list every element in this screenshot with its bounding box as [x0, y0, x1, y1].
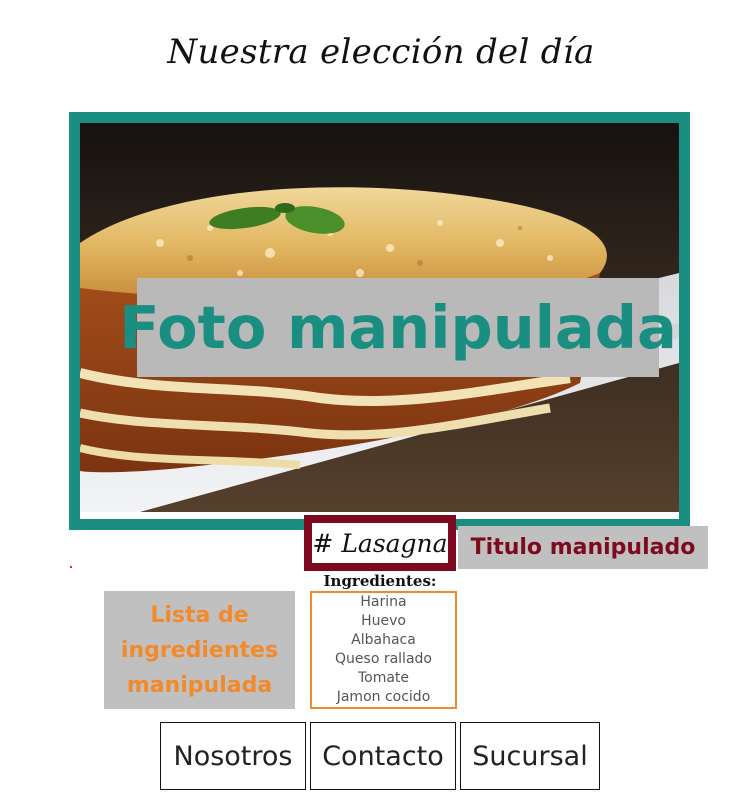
- ingredient-item: Jamon cocido: [336, 689, 431, 705]
- ingredient-item: Harina: [360, 594, 407, 610]
- dish-photo: Foto manipulada: [80, 123, 679, 512]
- ingredients-list: Harina Huevo Albahaca Queso rallado Toma…: [310, 591, 457, 709]
- ingredient-item: Tomate: [357, 670, 410, 686]
- nav-nosotros-button[interactable]: Nosotros: [160, 722, 306, 790]
- page-title: Nuestra elección del día: [167, 32, 595, 72]
- ingredients-overlay-line: Lista de: [150, 602, 249, 628]
- nav-sucursal-button[interactable]: Sucursal: [460, 722, 600, 790]
- ingredients-overlay-line: manipulada: [126, 672, 273, 698]
- dish-title-tag: # Lasagna: [304, 515, 456, 571]
- ingredients-heading: Ingredientes:: [323, 572, 437, 590]
- ingredients-overlay-label: Lista de ingredientes manipulada: [104, 591, 295, 709]
- ingredient-item: Albahaca: [351, 632, 416, 648]
- ingredient-item: Huevo: [361, 613, 406, 629]
- decorative-dot: [70, 566, 72, 568]
- ingredients-overlay-line: ingredientes: [120, 637, 279, 663]
- dish-title-overlay: Titulo manipulado: [458, 526, 708, 569]
- ingredient-item: Queso rallado: [335, 651, 432, 667]
- dish-photo-frame: Foto manipulada: [69, 112, 690, 530]
- nav-contacto-button[interactable]: Contacto: [310, 722, 456, 790]
- photo-overlay-label: Foto manipulada: [119, 278, 677, 377]
